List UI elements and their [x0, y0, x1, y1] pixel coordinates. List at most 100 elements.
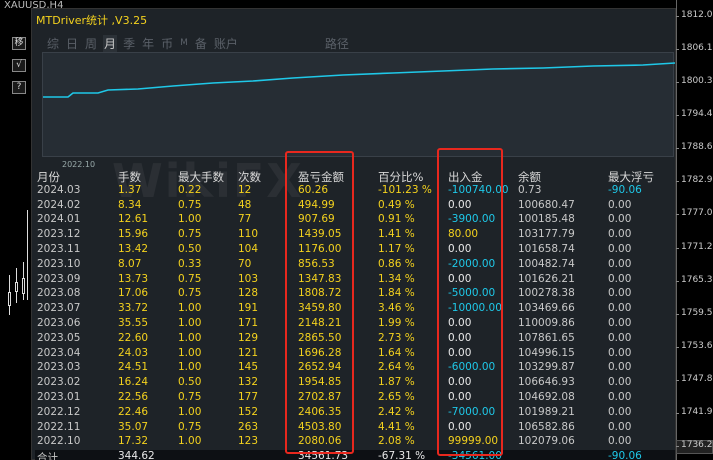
table-cell: 0.75	[178, 272, 202, 285]
table-cell: 17.32	[118, 435, 149, 448]
tab-1[interactable]: 日	[65, 35, 79, 52]
table-cell: 2022.10	[37, 435, 81, 448]
highlight-deposit-column	[437, 148, 503, 456]
price-tick-label: 1736.20	[681, 440, 713, 450]
price-tick-label: 1765.30	[681, 274, 713, 285]
table-row: 2022.12 22.46 1.00 152 2406.35 2.42 % -7000.00…	[35, 406, 675, 421]
table-cell: 22.60	[118, 331, 149, 344]
help-button[interactable]: ?	[12, 81, 26, 94]
table-cell: 33.72	[118, 302, 149, 315]
table-row: 2023.02 16.24 0.50 132 1954.85 1.87 % 0.00 1066…	[35, 376, 675, 391]
table-row: 2023.03 24.51 1.00 145 2652.94 2.64 % -6000.00…	[35, 361, 675, 376]
table-cell: 48	[238, 198, 252, 211]
table-cell: 2022.12	[37, 405, 81, 418]
tab-9[interactable]: 账户	[213, 35, 239, 52]
table-cell: 2023.08	[37, 287, 81, 300]
table-cell: 0.00	[608, 257, 632, 270]
price-tick-label: 1771.20	[681, 241, 713, 252]
table-cell: 4.41 %	[378, 420, 415, 433]
table-cell: 106646.93	[518, 376, 575, 389]
table-cell: 2023.10	[37, 257, 81, 270]
move-button[interactable]: 移	[12, 37, 26, 50]
tab-5[interactable]: 年	[141, 35, 155, 52]
table-cell: 1.87 %	[378, 376, 415, 389]
table-cell: 1.64 %	[378, 346, 415, 359]
column-header[interactable]: 手数	[118, 169, 141, 185]
table-cell: 106582.86	[518, 420, 575, 433]
total-cell: 344.62	[118, 450, 155, 460]
table-cell: 2023.02	[37, 376, 81, 389]
price-tick-label: 1794.40	[681, 109, 713, 120]
table-cell: 1.00	[178, 302, 202, 315]
table-cell: 2023.07	[37, 302, 81, 315]
tab-8[interactable]: 备	[194, 35, 208, 52]
table-cell: 1.37	[118, 183, 142, 196]
column-header[interactable]: 最大浮亏	[608, 169, 654, 185]
table-cell: 2023.11	[37, 242, 81, 255]
equity-curve-svg	[43, 62, 676, 98]
table-cell: 152	[238, 405, 259, 418]
table-cell: 24.51	[118, 361, 149, 374]
table-row: 2024.03 1.37 0.22 12 60.26 -101.23 % -100740.0…	[35, 184, 675, 199]
table-cell: 191	[238, 302, 259, 315]
table-cell: 2.42 %	[378, 405, 415, 418]
table-cell: 8.34	[118, 198, 142, 211]
tab-3[interactable]: 月	[103, 35, 118, 52]
table-cell: 2024.01	[37, 213, 81, 226]
table-body: 2024.03 1.37 0.22 12 60.26 -101.23 % -100740.0…	[35, 184, 675, 450]
table-cell: 15.96	[118, 228, 149, 241]
table-cell: 2.64 %	[378, 361, 415, 374]
column-header[interactable]: 百分比%	[378, 169, 423, 185]
tab-7[interactable]: M	[179, 35, 189, 52]
table-cell: 12	[238, 183, 252, 196]
price-tick-label: 1788.60	[681, 142, 713, 153]
table-cell: 104996.15	[518, 346, 575, 359]
table-cell: 1.84 %	[378, 287, 415, 300]
price-tick-label: 1806.10	[681, 43, 713, 54]
tab-2[interactable]: 周	[84, 35, 98, 52]
table-row: 2023.12 15.96 0.75 110 1439.05 1.41 % 80.00 103…	[35, 228, 675, 243]
table-cell: 1.00	[178, 213, 202, 226]
table-cell: 2023.04	[37, 346, 81, 359]
table-cell: 100680.47	[518, 198, 575, 211]
tab-6[interactable]: 币	[160, 35, 174, 52]
table-cell: 0.00	[608, 420, 632, 433]
column-header[interactable]: 月份	[37, 169, 60, 185]
table-cell: 70	[238, 257, 252, 270]
table-row: 2023.09 13.73 0.75 103 1347.83 1.34 % 0.00 1016…	[35, 273, 675, 288]
table-cell: -90.06	[608, 183, 642, 196]
table-cell: 104	[238, 242, 259, 255]
tab-0[interactable]: 综	[46, 35, 60, 52]
table-cell: 2023.09	[37, 272, 81, 285]
table-row: 2023.07 33.72 1.00 191 3459.80 3.46 % -10000.0…	[35, 302, 675, 317]
column-header[interactable]: 最大手数	[178, 169, 224, 185]
price-tick-label: 1800.30	[681, 76, 713, 87]
column-header[interactable]: 次数	[238, 169, 261, 185]
table-header: 月份 手数 最大手数 次数 盈亏金额 百分比% 出入金 余额 最大浮亏	[35, 169, 675, 184]
table-cell: 2023.03	[37, 361, 81, 374]
column-header[interactable]: 余额	[518, 169, 541, 185]
check-button[interactable]: √	[12, 59, 26, 72]
table-cell: 0.00	[608, 346, 632, 359]
table-cell: 171	[238, 316, 259, 329]
price-tick-label: 1777.00	[681, 208, 713, 219]
tab-10[interactable]: 路径	[324, 35, 350, 52]
table-cell: 17.06	[118, 287, 149, 300]
period-tabs: 综日周月季年币 M 备账户 路径	[46, 35, 355, 52]
table-cell: 110009.86	[518, 316, 575, 329]
table-row: 2023.06 35.55 1.00 171 2148.21 1.99 % 0.00 1100…	[35, 317, 675, 332]
price-tick-label: 1741.90	[681, 406, 713, 417]
table-cell: 101658.74	[518, 242, 575, 255]
table-cell: 8.07	[118, 257, 142, 270]
table-cell: 1.00	[178, 346, 202, 359]
table-cell: 103299.87	[518, 361, 575, 374]
price-tick-label: 1782.90	[681, 175, 713, 186]
table-cell: 0.00	[608, 435, 632, 448]
table-cell: 103	[238, 272, 259, 285]
table-cell: 0.75	[178, 198, 202, 211]
table-cell: 0.00	[608, 272, 632, 285]
table-cell: 2.08 %	[378, 435, 415, 448]
table-cell: 35.07	[118, 420, 149, 433]
tab-4[interactable]: 季	[122, 35, 136, 52]
table-row: 2023.08 17.06 0.75 128 1808.72 1.84 % -5000.00…	[35, 287, 675, 302]
